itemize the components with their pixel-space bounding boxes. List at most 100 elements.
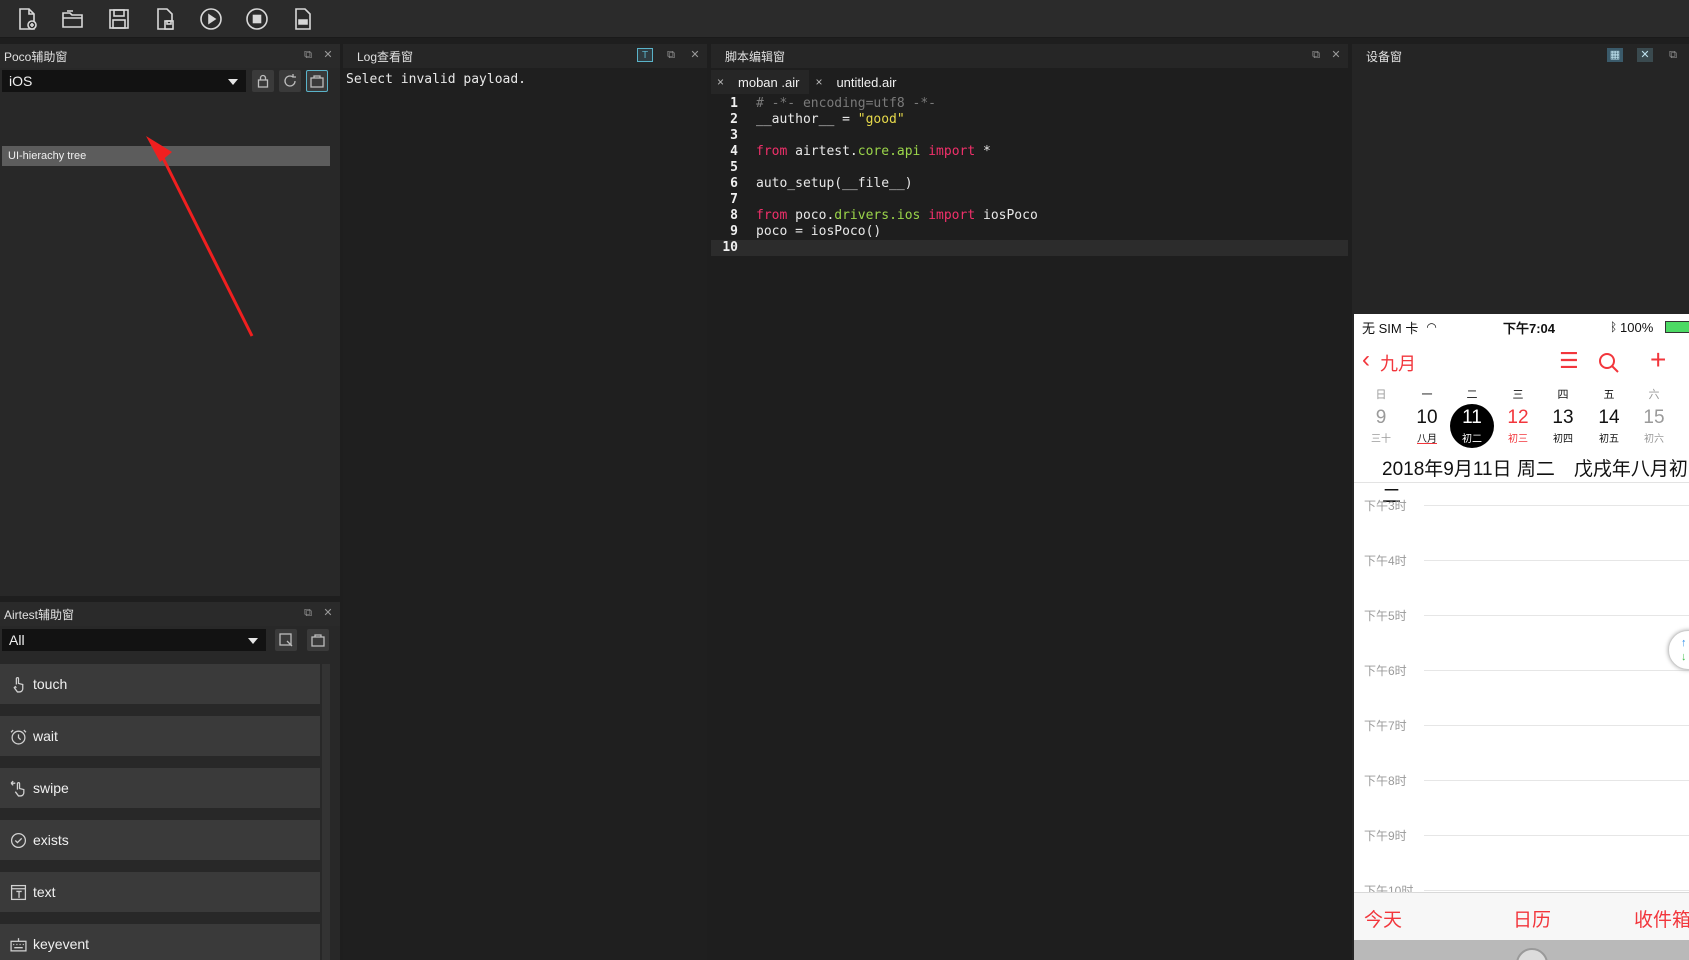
code-line[interactable]: 5	[711, 160, 1348, 176]
hour-gridline	[1424, 725, 1689, 726]
poco-panel: Poco辅助窗 ⧉ ✕ iOS UI-hierachy tree	[0, 44, 340, 596]
record-button[interactable]	[306, 70, 328, 92]
line-source	[741, 160, 756, 176]
action-text[interactable]: text	[0, 872, 320, 912]
code-token: core.api	[857, 144, 921, 159]
new-file-icon	[19, 7, 37, 30]
log-panel: Log查看窗 T ⧉ ✕ Select invalid payload.	[343, 44, 707, 960]
lock-button[interactable]	[252, 70, 274, 92]
line-number: 10	[722, 240, 738, 255]
record-icon	[311, 634, 325, 647]
code-line[interactable]: 6 auto_setup(__file__)	[711, 176, 1348, 192]
back-month-label[interactable]: 九月	[1380, 350, 1416, 376]
action-list-scrollbar[interactable]	[322, 664, 330, 960]
code-line[interactable]: 9 poco = iosPoco()	[711, 224, 1348, 240]
close-icon[interactable]: ✕	[322, 48, 334, 62]
tools-icon[interactable]: ✕	[1637, 48, 1653, 62]
refresh-button[interactable]	[279, 70, 301, 92]
device-screen[interactable]: 无 SIM 卡 ◠ 下午7:04 ᛒ 100% ‹ 九月 ☰ + 日 一 二 三 四 五 六…	[1354, 314, 1689, 960]
day-timeline[interactable]: 下午3时 下午4时 下午5时 下午6时 下午7时 下午8时 下午9时 下午10时	[1354, 482, 1689, 898]
grid-icon[interactable]: ▦	[1607, 48, 1623, 62]
platform-select[interactable]: iOS	[2, 70, 246, 92]
code-line[interactable]: 8 from poco.drivers.ios import iosPoco	[711, 208, 1348, 224]
code-area[interactable]: 1 # -*- encoding=utf8 -*- 2 __author__ = "g…	[711, 96, 1348, 256]
line-source: # -*- encoding=utf8 -*-	[741, 96, 936, 112]
add-event-icon[interactable]: +	[1650, 344, 1666, 376]
lunar-label: 初二	[1462, 434, 1482, 445]
record-button[interactable]	[307, 629, 329, 651]
float-icon[interactable]: ⧉	[1667, 48, 1679, 62]
tab-inbox[interactable]: 收件箱	[1634, 905, 1689, 932]
code-token: "good"	[857, 112, 905, 127]
date-cell[interactable]: 14 初五	[1586, 404, 1632, 448]
search-icon[interactable]	[1598, 352, 1620, 374]
script-editor-panel: 脚本编辑窗 ⧉ ✕ × moban .air × untitled.air 1 #…	[711, 44, 1348, 960]
tab-label: untitled.air	[836, 74, 897, 90]
clock-label: 下午7:04	[1503, 320, 1556, 336]
close-icon[interactable]: ✕	[322, 606, 334, 620]
lunar-label: 初三	[1508, 434, 1528, 445]
close-icon[interactable]: ✕	[689, 48, 701, 62]
date-cell[interactable]: 13 初四	[1540, 404, 1586, 448]
tab-untitled[interactable]: × untitled.air	[809, 70, 907, 94]
lunar-label: 八月	[1417, 434, 1437, 445]
date-cell[interactable]: 15 初六	[1631, 404, 1677, 448]
tab-moban[interactable]: × moban .air	[711, 70, 810, 94]
log-button[interactable]	[289, 5, 317, 33]
date-cell[interactable]: 11 初二	[1450, 404, 1494, 448]
week-strip: 9 三十 10 八月 11 初二 12 初三 13 初四 14 初五 15 初六	[1354, 404, 1689, 454]
back-chevron-icon[interactable]: ‹	[1362, 348, 1370, 372]
stop-icon	[246, 7, 268, 30]
tab-today[interactable]: 今天	[1364, 905, 1402, 932]
action-touch[interactable]: touch	[0, 664, 320, 704]
save-button[interactable]	[105, 5, 133, 33]
code-line[interactable]: 2 __author__ = "good"	[711, 112, 1348, 128]
action-swipe[interactable]: swipe	[0, 768, 320, 808]
home-strip	[1354, 940, 1689, 960]
code-token: poco = iosPoco()	[756, 224, 882, 239]
code-line[interactable]: 7	[711, 192, 1348, 208]
run-button[interactable]	[197, 5, 225, 33]
list-icon[interactable]: ☰	[1559, 348, 1579, 374]
float-icon[interactable]: ⧉	[665, 48, 677, 62]
hour-label: 下午9时	[1364, 829, 1407, 843]
close-icon[interactable]: ✕	[1330, 48, 1342, 62]
hour-label: 下午5时	[1364, 609, 1407, 623]
code-line[interactable]: 4 from airtest.core.api import *	[711, 144, 1348, 160]
action-keyevent[interactable]: keyevent	[0, 924, 320, 960]
filter-icon[interactable]: T	[637, 48, 653, 62]
date-cell[interactable]: 9 三十	[1358, 404, 1404, 448]
close-icon[interactable]: ×	[815, 75, 822, 89]
code-token: drivers.ios	[834, 208, 921, 223]
weekday-label: 六	[1648, 389, 1660, 401]
stop-button[interactable]	[243, 5, 271, 33]
float-icon[interactable]: ⧉	[1310, 48, 1322, 62]
action-filter-select[interactable]: All	[2, 629, 266, 651]
log-message: Select invalid payload.	[346, 72, 527, 87]
snapshot-button[interactable]	[275, 629, 297, 651]
code-line[interactable]: 10	[711, 240, 1348, 256]
code-line[interactable]: 1 # -*- encoding=utf8 -*-	[711, 96, 1348, 112]
clock-icon	[10, 729, 27, 745]
code-token: poco.	[787, 208, 835, 223]
date-cell[interactable]: 12 初三	[1495, 404, 1541, 448]
save-as-button[interactable]	[151, 5, 179, 33]
float-icon[interactable]: ⧉	[302, 606, 314, 620]
date-cell[interactable]: 10 八月	[1404, 404, 1450, 448]
home-button[interactable]	[1516, 948, 1548, 960]
tab-calendars[interactable]: 日历	[1513, 905, 1551, 932]
action-wait[interactable]: wait	[0, 716, 320, 756]
record-icon	[310, 75, 324, 88]
ui-hierarchy-tree-item[interactable]: UI-hierachy tree	[2, 146, 330, 166]
weekday-label: 三	[1512, 389, 1524, 401]
action-label: swipe	[33, 780, 69, 796]
hour-gridline	[1424, 505, 1689, 506]
action-exists[interactable]: exists	[0, 820, 320, 860]
refresh-icon	[284, 74, 296, 87]
hour-label: 下午4时	[1364, 554, 1407, 568]
new-file-button[interactable]	[13, 5, 41, 33]
close-icon[interactable]: ×	[717, 75, 724, 89]
float-icon[interactable]: ⧉	[302, 48, 314, 62]
open-folder-button[interactable]	[59, 5, 87, 33]
code-line[interactable]: 3	[711, 128, 1348, 144]
